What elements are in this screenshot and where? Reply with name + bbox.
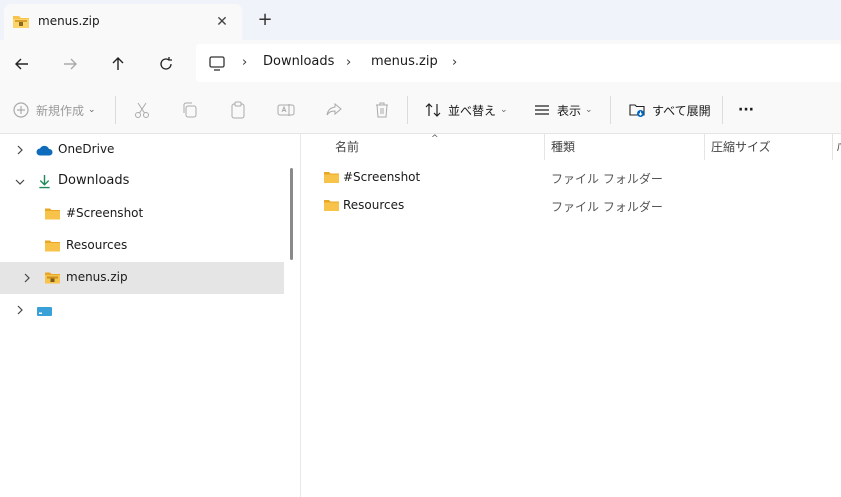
column-header-type[interactable]: 種類 — [551, 138, 575, 155]
chevron-down-icon: ⌄ — [500, 105, 508, 115]
new-tab-button[interactable]: + — [255, 10, 275, 30]
share-icon[interactable] — [324, 100, 344, 120]
row-type: ファイル フォルダー — [551, 200, 663, 214]
paste-icon[interactable] — [228, 100, 248, 120]
sidebar-item-label: #Screenshot — [66, 206, 144, 220]
divider — [115, 96, 116, 124]
sort-arrows-icon — [425, 103, 441, 117]
sort-button[interactable]: 並べ替え ⌄ — [424, 98, 508, 122]
chevron-right-icon[interactable] — [13, 303, 27, 317]
chevron-down-icon: ⌄ — [585, 105, 593, 115]
table-row[interactable]: #Screenshot ファイル フォルダー — [315, 164, 841, 192]
view-button[interactable]: 表示 ⌄ — [533, 98, 593, 122]
rename-icon[interactable] — [276, 100, 296, 120]
more-options-button[interactable]: ··· — [738, 98, 754, 122]
zip-folder-icon — [13, 16, 29, 28]
divider — [610, 96, 611, 124]
column-header-compressed-size[interactable]: 圧縮サイズ — [711, 138, 771, 155]
zip-folder-icon — [45, 272, 60, 284]
up-button[interactable] — [106, 52, 130, 76]
tab-menus-zip[interactable]: menus.zip ✕ — [4, 4, 242, 40]
copy-icon[interactable] — [180, 100, 200, 120]
new-button[interactable]: 新規作成 ⌄ — [12, 98, 96, 122]
folder-icon — [45, 240, 60, 252]
view-button-label: 表示 — [557, 103, 582, 118]
delete-icon[interactable] — [372, 100, 392, 120]
tab-title: menus.zip — [38, 14, 100, 28]
sort-button-label: 並べ替え — [448, 103, 497, 118]
row-type: ファイル フォルダー — [551, 172, 663, 186]
folder-icon — [324, 200, 339, 211]
breadcrumb-downloads[interactable]: Downloads — [263, 54, 334, 69]
chevron-right-icon[interactable] — [13, 143, 27, 157]
file-list: ^ 名前 種類 圧縮サイズ ﾊ #Screenshot ファイル フォルダー R… — [301, 134, 841, 497]
folder-icon — [324, 172, 339, 183]
row-name: #Screenshot — [343, 170, 421, 184]
row-name: Resources — [343, 198, 405, 212]
extract-folder-icon — [629, 104, 645, 117]
address-bar[interactable]: › Downloads › menus.zip › — [196, 44, 841, 82]
chevron-right-icon[interactable] — [20, 271, 34, 285]
refresh-button[interactable] — [154, 52, 178, 76]
tab-bar: menus.zip ✕ + — [0, 0, 841, 40]
breadcrumb-separator[interactable]: › — [452, 55, 464, 70]
chevron-down-icon[interactable] — [13, 175, 27, 189]
cut-icon[interactable] — [132, 100, 152, 120]
cloud-icon — [36, 145, 53, 156]
chevron-down-icon: ⌄ — [88, 105, 96, 115]
command-bar: 新規作成 ⌄ 並べ替え ⌄ 表示 ⌄ すべて展開 ··· — [0, 86, 841, 134]
breadcrumb-separator: › — [242, 55, 248, 70]
address-row: › Downloads › menus.zip › — [0, 40, 841, 86]
expand-all-button[interactable]: すべて展開 — [628, 98, 711, 122]
sidebar-item-label: menus.zip — [66, 270, 128, 284]
plus-circle-icon — [13, 102, 29, 118]
sidebar-item-label: OneDrive — [58, 142, 115, 156]
list-view-icon — [535, 105, 549, 115]
close-icon[interactable]: ✕ — [212, 12, 232, 32]
monitor-icon — [209, 56, 225, 71]
download-arrow-icon — [39, 174, 50, 189]
sidebar-item-downloads[interactable]: Downloads — [0, 166, 284, 198]
sidebar-item-screenshot[interactable]: #Screenshot — [0, 198, 284, 230]
divider — [407, 96, 408, 124]
navigation-pane: OneDrive Downloads #Screenshot Resources… — [0, 134, 300, 497]
new-button-label: 新規作成 — [36, 103, 85, 118]
sidebar-item-menus-zip[interactable]: menus.zip — [0, 262, 284, 294]
back-button[interactable] — [10, 52, 34, 76]
more-icon: ··· — [738, 102, 754, 118]
sidebar-item-onedrive[interactable]: OneDrive — [0, 134, 284, 166]
sidebar-item-resources[interactable]: Resources — [0, 230, 284, 262]
drive-icon — [37, 307, 52, 316]
forward-button[interactable] — [58, 52, 82, 76]
sidebar-scrollbar[interactable] — [290, 168, 293, 260]
column-header-extra[interactable]: ﾊ — [837, 138, 841, 155]
arrow-up-icon — [112, 57, 124, 70]
breadcrumb-menus-zip[interactable]: menus.zip — [371, 54, 438, 69]
refresh-icon — [160, 57, 172, 70]
sidebar-item-label: Resources — [66, 238, 128, 252]
column-divider[interactable] — [832, 134, 833, 160]
folder-icon — [45, 208, 60, 220]
divider — [722, 96, 723, 124]
sidebar-item-drive[interactable] — [0, 294, 284, 326]
table-row[interactable]: Resources ファイル フォルダー — [315, 192, 841, 220]
breadcrumb-separator: › — [346, 55, 352, 70]
arrow-right-icon — [64, 58, 77, 70]
column-divider[interactable] — [544, 134, 545, 160]
column-divider[interactable] — [704, 134, 705, 160]
arrow-left-icon — [15, 58, 28, 70]
expand-all-label: すべて展開 — [652, 103, 711, 118]
column-header-name[interactable]: 名前 — [335, 138, 359, 155]
sort-ascending-icon: ^ — [431, 134, 439, 144]
sidebar-item-label: Downloads — [58, 173, 130, 188]
